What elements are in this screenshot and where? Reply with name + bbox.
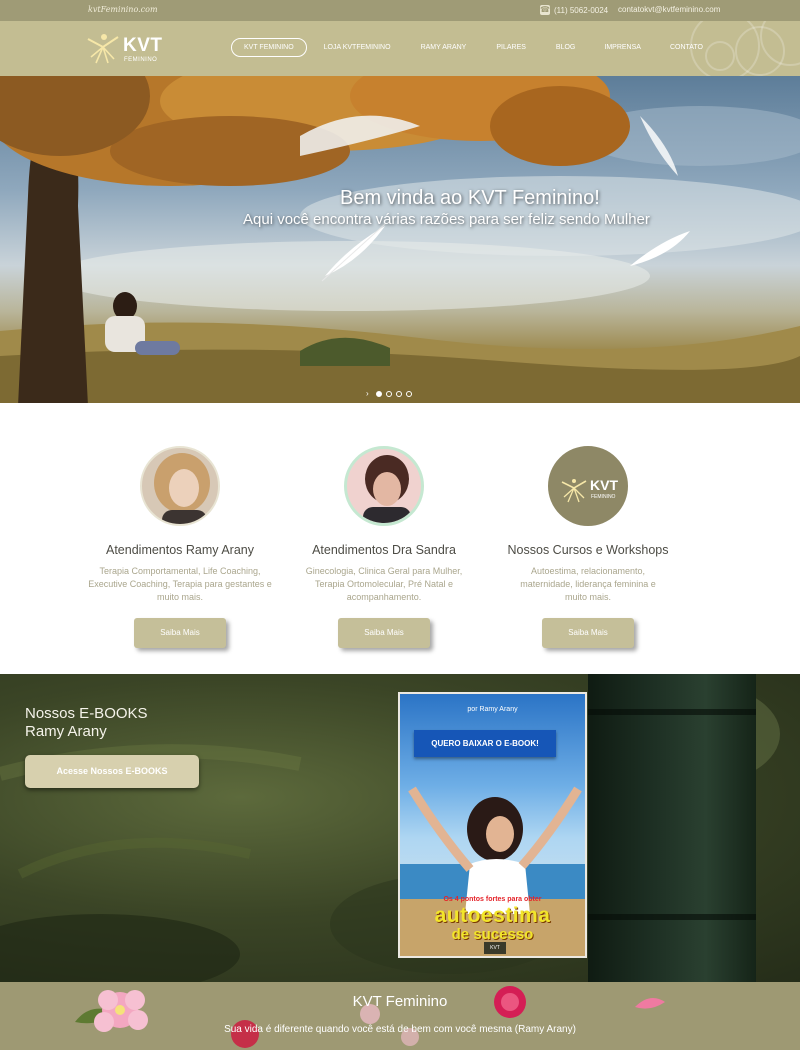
ebooks-heading: Nossos E-BOOKS Ramy Arany	[25, 705, 148, 741]
slider-next-icon[interactable]: ›	[366, 389, 369, 398]
saiba-mais-button[interactable]: Saiba Mais	[542, 618, 634, 648]
site-logo[interactable]: KVT FEMININO	[86, 31, 166, 67]
ebook-author: por Ramy Arany	[467, 706, 518, 713]
service-cursos-workshops: KVT FEMININO Nossos Cursos e Workshops A…	[488, 446, 688, 648]
ebook-label: e-book	[483, 887, 502, 893]
email-link[interactable]: contatokvt@kvtfeminino.com	[618, 5, 720, 14]
avatar-kvt-logo: KVT FEMININO	[548, 446, 628, 526]
hero-subtitle: Aqui você encontra várias razões para se…	[243, 211, 650, 228]
logo-title: KVT	[123, 35, 163, 56]
decor-ring	[705, 41, 735, 71]
service-title: Atendimentos Ramy Arany	[106, 543, 254, 557]
phone-icon: ☎	[540, 5, 550, 15]
site-signature: kvtFeminino.com	[88, 5, 158, 14]
nav-item-ramy-arany[interactable]: RAMY ARANY	[421, 44, 467, 51]
service-description: Ginecologia, Clinica Geral para Mulher, …	[305, 566, 463, 602]
footer-quote: Sua vida é diferente quando você está de…	[224, 1024, 576, 1035]
phone-number: (11) 5062-0024	[554, 5, 609, 15]
bamboo-node	[588, 914, 756, 920]
slider-controls: ›	[366, 389, 412, 398]
slider-dot[interactable]	[405, 390, 412, 397]
download-ebook-button[interactable]: QUERO BAIXAR O E-BOOK!	[414, 730, 556, 757]
nav-item-pilares[interactable]: PILARES	[496, 44, 526, 51]
top-bar: kvtFeminino.com ☎ (11) 5062-0024 contato…	[0, 0, 800, 21]
slider-dot[interactable]	[385, 390, 392, 397]
badge-logo-title: KVT	[590, 477, 618, 493]
hero-slider[interactable]: Bem vinda ao KVT Feminino! Aqui você enc…	[0, 76, 800, 403]
saiba-mais-button[interactable]: Saiba Mais	[338, 618, 430, 648]
ebook-title-line1: autoestima	[434, 904, 551, 927]
service-description: Autoestima, relacionamento, maternidade,…	[520, 566, 656, 602]
footer-title: KVT Feminino	[352, 993, 448, 1010]
ebook-title-line2: de sucesso	[451, 926, 534, 943]
hero-title: Bem vinda ao KVT Feminino!	[340, 187, 600, 209]
ebooks-heading-line2: Ramy Arany	[25, 723, 107, 740]
hero-image	[0, 76, 800, 403]
slider-dot[interactable]	[375, 390, 382, 397]
nav-item-imprensa[interactable]: IMPRENSA	[604, 44, 641, 51]
ebook-cover[interactable]: por Ramy Arany QUERO BAIXAR O E-BOOK! e-…	[398, 692, 587, 958]
footer-banner: KVT Feminino Sua vida é diferente quando…	[0, 982, 800, 1050]
badge-logo-subtitle: FEMININO	[591, 494, 616, 500]
nav-item-kvt-feminino[interactable]: KVT FEMININO	[231, 38, 307, 57]
phone-contact[interactable]: ☎ (11) 5062-0024	[540, 5, 608, 15]
logo-mark-icon	[87, 34, 119, 64]
main-nav: KVT FEMININO LOJA KVTFEMININO RAMY ARANY…	[231, 38, 703, 57]
service-ramy-arany: Atendimentos Ramy Arany Terapia Comporta…	[80, 446, 280, 648]
nav-item-contato[interactable]: CONTATO	[670, 44, 703, 51]
ebook-publisher-logo: KVT	[484, 942, 506, 954]
slider-dot[interactable]	[395, 390, 402, 397]
portrait-image	[154, 453, 210, 524]
logo-subtitle: FEMININO	[124, 57, 158, 63]
avatar-ramy-arany	[140, 446, 220, 526]
service-title: Atendimentos Dra Sandra	[312, 543, 456, 557]
avatar-dra-sandra	[344, 446, 424, 526]
nav-item-loja[interactable]: LOJA KVTFEMININO	[324, 44, 391, 51]
saiba-mais-button[interactable]: Saiba Mais	[134, 618, 226, 648]
acesse-ebooks-button[interactable]: Acesse Nossos E-BOOKS	[25, 755, 199, 788]
nav-item-blog[interactable]: BLOG	[556, 44, 575, 51]
site-header: KVT FEMININO KVT FEMININO LOJA KVTFEMINI…	[0, 21, 800, 76]
ebooks-heading-line1: Nossos E-BOOKS	[25, 705, 148, 722]
service-title: Nossos Cursos e Workshops	[507, 543, 669, 557]
service-description: Terapia Comportamental, Life Coaching, E…	[88, 566, 272, 602]
bamboo-node	[588, 709, 756, 715]
portrait-image	[363, 455, 411, 523]
bamboo-stalk	[588, 674, 756, 982]
ebooks-section: Nossos E-BOOKS Ramy Arany Acesse Nossos …	[0, 674, 800, 982]
service-dra-sandra: Atendimentos Dra Sandra Ginecologia, Cli…	[284, 446, 484, 648]
ebook-subtitle: Os 4 pontos fortes para obter	[443, 896, 542, 903]
